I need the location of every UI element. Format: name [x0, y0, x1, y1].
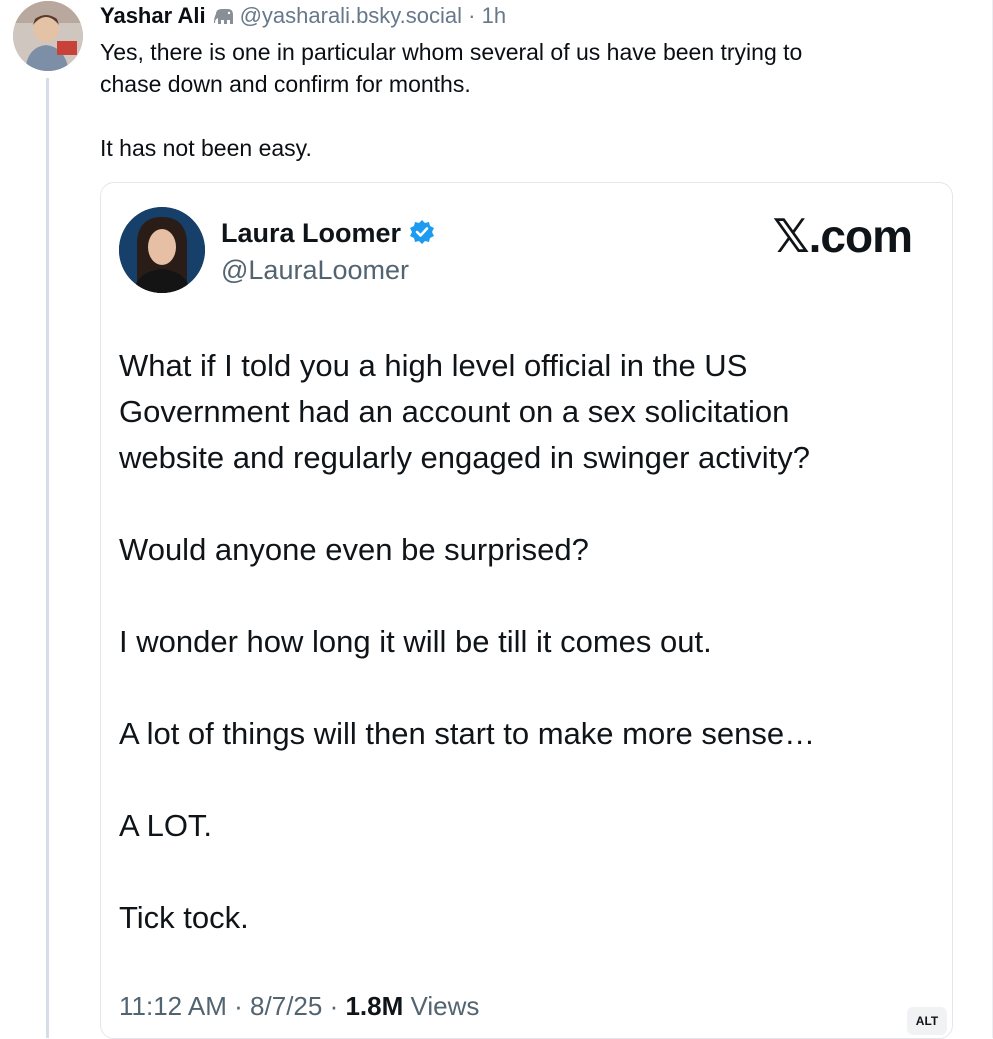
embed-author-name-text: Laura Loomer: [221, 218, 402, 248]
author-handle[interactable]: @yasharali.bsky.social: [240, 3, 462, 28]
post-age[interactable]: 1h: [482, 3, 506, 28]
embed-time: 11:12 AM: [119, 991, 227, 1021]
avatar-photo-icon: [13, 1, 83, 71]
elephant-icon: [213, 5, 234, 33]
embed-paragraph: What if I told you a high level official…: [119, 348, 811, 475]
meta-separator: ·: [468, 3, 476, 28]
x-com-logo: 𝕏.com: [772, 210, 913, 262]
post-header: Yashar Ali @yasharali.bsky.social · 1h: [100, 2, 506, 33]
embed-paragraph: Tick tock.: [119, 900, 249, 935]
embedded-image[interactable]: Laura Loomer @LauraLoomer 𝕏.com What if …: [100, 182, 953, 1039]
embed-views-label: Views: [410, 991, 480, 1021]
post-text: Yes, there is one in particular whom sev…: [100, 39, 803, 161]
embed-date: 8/7/25: [250, 991, 323, 1021]
alt-text-button[interactable]: ALT: [907, 1007, 947, 1035]
embed-tweet-meta: 11:12 AM · 8/7/25 · 1.8M Views: [119, 991, 480, 1021]
embed-avatar-photo-icon: [119, 207, 205, 293]
embed-paragraph: A lot of things will then start to make …: [119, 716, 816, 751]
embed-paragraph: Would anyone even be surprised?: [119, 532, 589, 567]
post: Yashar Ali @yasharali.bsky.social · 1h Ye…: [0, 0, 993, 1039]
embed-author-avatar: [119, 207, 205, 293]
embed-author-name: Laura Loomer: [221, 217, 435, 252]
embed-paragraph: A LOT.: [119, 808, 213, 843]
embed-views-count: 1.8M: [345, 991, 404, 1021]
thread-line: [46, 78, 49, 1038]
author-name[interactable]: Yashar Ali: [100, 3, 206, 28]
verified-badge-icon: [409, 219, 435, 252]
embed-paragraph: I wonder how long it will be till it com…: [119, 624, 712, 659]
embed-tweet-body: What if I told you a high level official…: [119, 343, 919, 987]
embed-author-handle: @LauraLoomer: [221, 255, 410, 285]
author-avatar[interactable]: [13, 1, 83, 71]
